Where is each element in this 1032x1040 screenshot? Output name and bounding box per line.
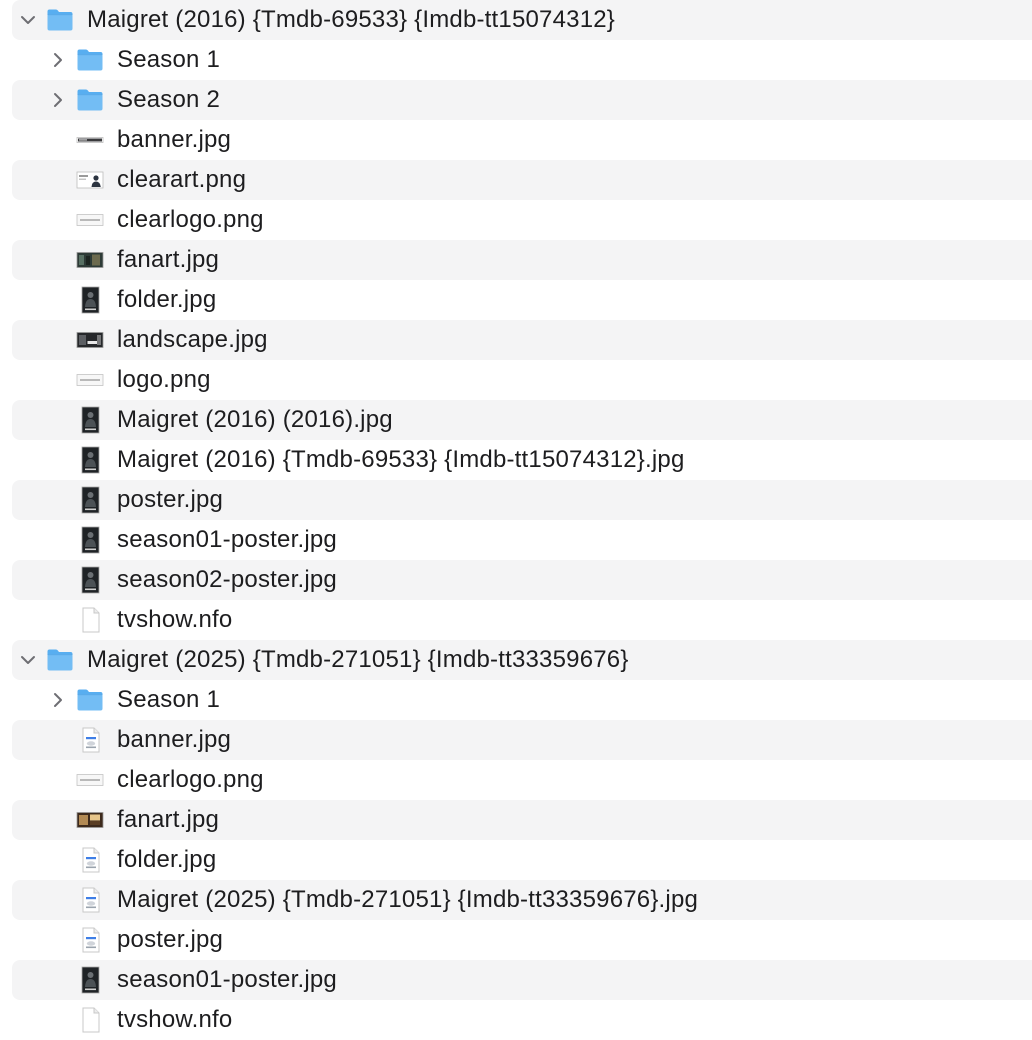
- file-row[interactable]: Maigret (2016) (2016).jpg: [0, 400, 1032, 440]
- landscape-thumbnail-icon: [76, 326, 104, 354]
- fanart-thumbnail-icon: [76, 246, 104, 274]
- folder-icon: [76, 46, 104, 74]
- logo-thumbnail-icon: [76, 206, 104, 234]
- folder-name: Season 1: [117, 686, 221, 713]
- file-row[interactable]: season02-poster.jpg: [0, 560, 1032, 600]
- folder-name: Season 1: [117, 46, 221, 73]
- poster-thumbnail-icon: [76, 406, 104, 434]
- file-name: clearart.png: [117, 166, 247, 193]
- document-icon: [76, 1006, 104, 1034]
- file-name: landscape.jpg: [117, 326, 268, 353]
- file-name: banner.jpg: [117, 726, 232, 753]
- file-name: banner.jpg: [117, 126, 232, 153]
- file-row[interactable]: fanart.jpg: [0, 800, 1032, 840]
- file-name: poster.jpg: [117, 486, 224, 513]
- file-name: season01-poster.jpg: [117, 526, 337, 553]
- file-name: poster.jpg: [117, 926, 224, 953]
- poster-thumbnail-icon: [76, 486, 104, 514]
- image-file-icon: [76, 726, 104, 754]
- chevron-right-icon[interactable]: [48, 90, 68, 110]
- file-name: fanart.jpg: [117, 806, 220, 833]
- file-row[interactable]: clearlogo.png: [0, 200, 1032, 240]
- file-name: folder.jpg: [117, 846, 217, 873]
- file-row[interactable]: tvshow.nfo: [0, 600, 1032, 640]
- file-row[interactable]: fanart.jpg: [0, 240, 1032, 280]
- folder-name: Maigret (2016) {Tmdb-69533} {Imdb-tt1507…: [87, 6, 616, 33]
- file-name: tvshow.nfo: [117, 606, 233, 633]
- file-tree: Maigret (2016) {Tmdb-69533} {Imdb-tt1507…: [0, 0, 1032, 1040]
- file-row[interactable]: banner.jpg: [0, 120, 1032, 160]
- file-row[interactable]: Maigret (2016) {Tmdb-69533} {Imdb-tt1507…: [0, 440, 1032, 480]
- file-row[interactable]: poster.jpg: [0, 480, 1032, 520]
- chevron-down-icon[interactable]: [18, 650, 38, 670]
- file-row[interactable]: banner.jpg: [0, 720, 1032, 760]
- fanart-warm-thumbnail-icon: [76, 806, 104, 834]
- poster-thumbnail-icon: [76, 446, 104, 474]
- file-row[interactable]: folder.jpg: [0, 840, 1032, 880]
- poster-thumbnail-icon: [76, 526, 104, 554]
- folder-icon: [46, 6, 74, 34]
- folder-name: Season 2: [117, 86, 221, 113]
- file-name: fanart.jpg: [117, 246, 220, 273]
- file-row[interactable]: logo.png: [0, 360, 1032, 400]
- file-name: tvshow.nfo: [117, 1006, 233, 1033]
- file-name: season01-poster.jpg: [117, 966, 337, 993]
- file-row[interactable]: tvshow.nfo: [0, 1000, 1032, 1040]
- chevron-right-icon[interactable]: [48, 690, 68, 710]
- logo-thumbnail-icon: [76, 366, 104, 394]
- file-row[interactable]: landscape.jpg: [0, 320, 1032, 360]
- file-row[interactable]: season01-poster.jpg: [0, 520, 1032, 560]
- file-row[interactable]: poster.jpg: [0, 920, 1032, 960]
- file-name: Maigret (2025) {Tmdb-271051} {Imdb-tt333…: [117, 886, 699, 913]
- folder-row[interactable]: Season 2: [0, 80, 1032, 120]
- folder-row[interactable]: Season 1: [0, 680, 1032, 720]
- logo-thumbnail-icon: [76, 766, 104, 794]
- file-name: Maigret (2016) {Tmdb-69533} {Imdb-tt1507…: [117, 446, 685, 473]
- image-file-icon: [76, 926, 104, 954]
- file-row[interactable]: season01-poster.jpg: [0, 960, 1032, 1000]
- file-name: logo.png: [117, 366, 211, 393]
- poster-thumbnail-icon: [76, 966, 104, 994]
- document-icon: [76, 606, 104, 634]
- banner-thumbnail-icon: [76, 126, 104, 154]
- folder-icon: [76, 86, 104, 114]
- file-row[interactable]: clearart.png: [0, 160, 1032, 200]
- image-file-icon: [76, 886, 104, 914]
- file-name: clearlogo.png: [117, 206, 264, 233]
- file-name: folder.jpg: [117, 286, 217, 313]
- file-row[interactable]: Maigret (2025) {Tmdb-271051} {Imdb-tt333…: [0, 880, 1032, 920]
- poster-thumbnail-icon: [76, 566, 104, 594]
- folder-row[interactable]: Season 1: [0, 40, 1032, 80]
- folder-row[interactable]: Maigret (2016) {Tmdb-69533} {Imdb-tt1507…: [0, 0, 1032, 40]
- folder-icon: [46, 646, 74, 674]
- folder-icon: [76, 686, 104, 714]
- poster-thumbnail-icon: [76, 286, 104, 314]
- chevron-right-icon[interactable]: [48, 50, 68, 70]
- file-row[interactable]: clearlogo.png: [0, 760, 1032, 800]
- file-name: season02-poster.jpg: [117, 566, 337, 593]
- file-name: Maigret (2016) (2016).jpg: [117, 406, 393, 433]
- clearart-thumbnail-icon: [76, 166, 104, 194]
- chevron-down-icon[interactable]: [18, 10, 38, 30]
- file-name: clearlogo.png: [117, 766, 264, 793]
- folder-row[interactable]: Maigret (2025) {Tmdb-271051} {Imdb-tt333…: [0, 640, 1032, 680]
- folder-name: Maigret (2025) {Tmdb-271051} {Imdb-tt333…: [87, 646, 629, 673]
- image-file-icon: [76, 846, 104, 874]
- file-row[interactable]: folder.jpg: [0, 280, 1032, 320]
